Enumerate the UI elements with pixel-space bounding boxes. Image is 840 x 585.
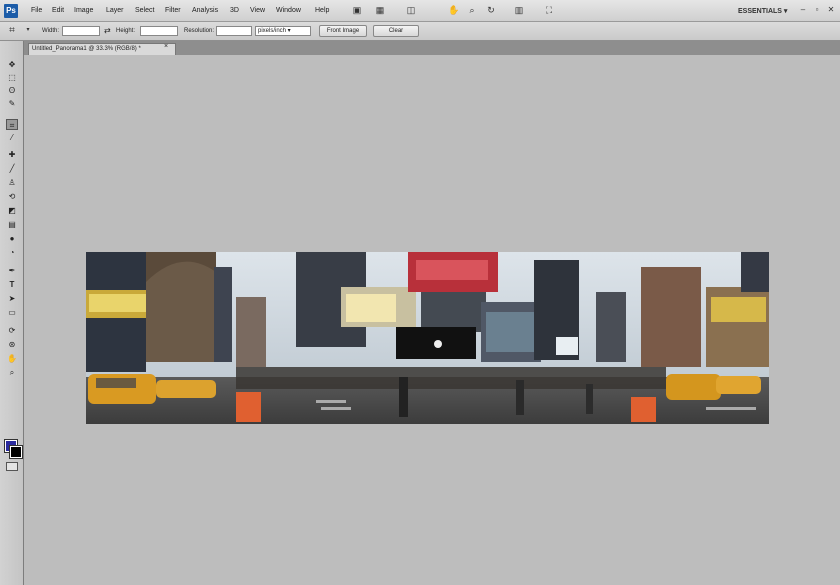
type-tool-icon[interactable]: T	[6, 279, 18, 290]
resolution-unit-select[interactable]: pixels/inch ▾	[255, 26, 311, 36]
gradient-tool-icon[interactable]: ▤	[6, 219, 18, 230]
height-field[interactable]	[140, 26, 178, 36]
menu-image[interactable]: Image	[74, 7, 93, 14]
3d-rotate-tool-icon[interactable]: ⟳	[6, 325, 18, 336]
crop-tool-icon[interactable]: ⌗	[6, 25, 18, 36]
resolution-unit-value: pixels/inch	[258, 28, 287, 34]
3d-orbit-tool-icon[interactable]: ⊛	[6, 339, 18, 350]
panorama-image[interactable]	[86, 252, 769, 424]
menu-file[interactable]: File	[31, 7, 42, 14]
menu-layer[interactable]: Layer	[106, 7, 124, 14]
eyedropper-tool-icon[interactable]: ⁄	[6, 132, 18, 143]
menu-3d[interactable]: 3D	[230, 7, 239, 14]
menu-view[interactable]: View	[250, 7, 265, 14]
view-extras-icon[interactable]: ▦	[374, 5, 386, 16]
workspace-switcher[interactable]: ESSENTIALS ▾	[738, 7, 787, 15]
menu-help[interactable]: Help	[315, 7, 329, 14]
zoom-icon[interactable]: ⌕	[466, 5, 478, 16]
height-label: Height:	[116, 28, 136, 34]
document-tab-close-icon[interactable]: ×	[164, 43, 168, 50]
resolution-field[interactable]	[216, 26, 252, 36]
bridge-icon[interactable]: ▣	[351, 5, 363, 16]
hand-icon[interactable]: ✋	[448, 5, 460, 16]
menu-select[interactable]: Select	[135, 7, 154, 14]
menu-window[interactable]: Window	[276, 7, 301, 14]
arrange-documents-icon[interactable]: ▥	[513, 5, 525, 16]
dodge-tool-icon[interactable]: ◔	[6, 247, 18, 258]
zoom-level-icon[interactable]: ◫	[405, 5, 417, 16]
close-button[interactable]: ✕	[826, 5, 836, 15]
document-tab-bar: Untitled_Panorama1 @ 33.3% (RGB/8) *	[24, 41, 840, 55]
marquee-tool-icon[interactable]: ⬚	[6, 72, 18, 83]
canvas-area[interactable]	[24, 55, 840, 585]
healing-brush-tool-icon[interactable]: ✚	[6, 149, 18, 160]
crop-tool-icon[interactable]: ⌗	[6, 119, 18, 130]
front-image-button[interactable]: Front Image	[319, 25, 367, 37]
width-field[interactable]	[62, 26, 100, 36]
menu-filter[interactable]: Filter	[165, 7, 181, 14]
background-color-swatch[interactable]	[10, 446, 22, 458]
zoom-tool-icon[interactable]: ⌕	[6, 367, 18, 378]
menu-edit[interactable]: Edit	[52, 7, 64, 14]
toolbox: ✥ ⬚ ʘ ✎ ⌗ ⁄ ✚ ╱ ♙ ⟲ ◩ ▤ ● ◔ ✒ T ➤ ▭ ⟳ ⊛ …	[0, 41, 24, 585]
rectangle-tool-icon[interactable]: ▭	[6, 307, 18, 318]
lasso-tool-icon[interactable]: ʘ	[6, 85, 18, 96]
width-label: Width:	[42, 28, 60, 34]
photoshop-logo[interactable]: Ps	[4, 4, 18, 18]
history-brush-tool-icon[interactable]: ⟲	[6, 191, 18, 202]
rotate-view-icon[interactable]: ↻	[485, 5, 497, 16]
resolution-label: Resolution:	[184, 28, 215, 34]
options-bar: ⌗ ▾ Width: ⇄ Height: Resolution: pixels/…	[0, 22, 840, 41]
menu-analysis[interactable]: Analysis	[192, 7, 218, 14]
tool-preset-chevron-icon[interactable]: ▾	[22, 25, 34, 36]
clone-stamp-tool-icon[interactable]: ♙	[6, 177, 18, 188]
brush-tool-icon[interactable]: ╱	[6, 163, 18, 174]
eraser-tool-icon[interactable]: ◩	[6, 205, 18, 216]
hand-tool-icon[interactable]: ✋	[6, 353, 18, 364]
clear-button[interactable]: Clear	[373, 25, 419, 37]
path-selection-tool-icon[interactable]: ➤	[6, 293, 18, 304]
restore-button[interactable]: ▫	[812, 5, 822, 15]
blur-tool-icon[interactable]: ●	[6, 233, 18, 244]
move-tool-icon[interactable]: ✥	[6, 59, 18, 70]
swap-dimensions-icon[interactable]: ⇄	[104, 26, 111, 35]
screen-mode-icon[interactable]: ⛶	[543, 5, 555, 16]
pen-tool-icon[interactable]: ✒	[6, 265, 18, 276]
quick-mask-button[interactable]	[6, 462, 18, 471]
menu-bar: Ps File Edit Image Layer Select Filter A…	[0, 0, 840, 22]
quick-selection-tool-icon[interactable]: ✎	[6, 98, 18, 109]
document-tab[interactable]: Untitled_Panorama1 @ 33.3% (RGB/8) *	[28, 43, 176, 55]
minimize-button[interactable]: –	[798, 5, 808, 15]
